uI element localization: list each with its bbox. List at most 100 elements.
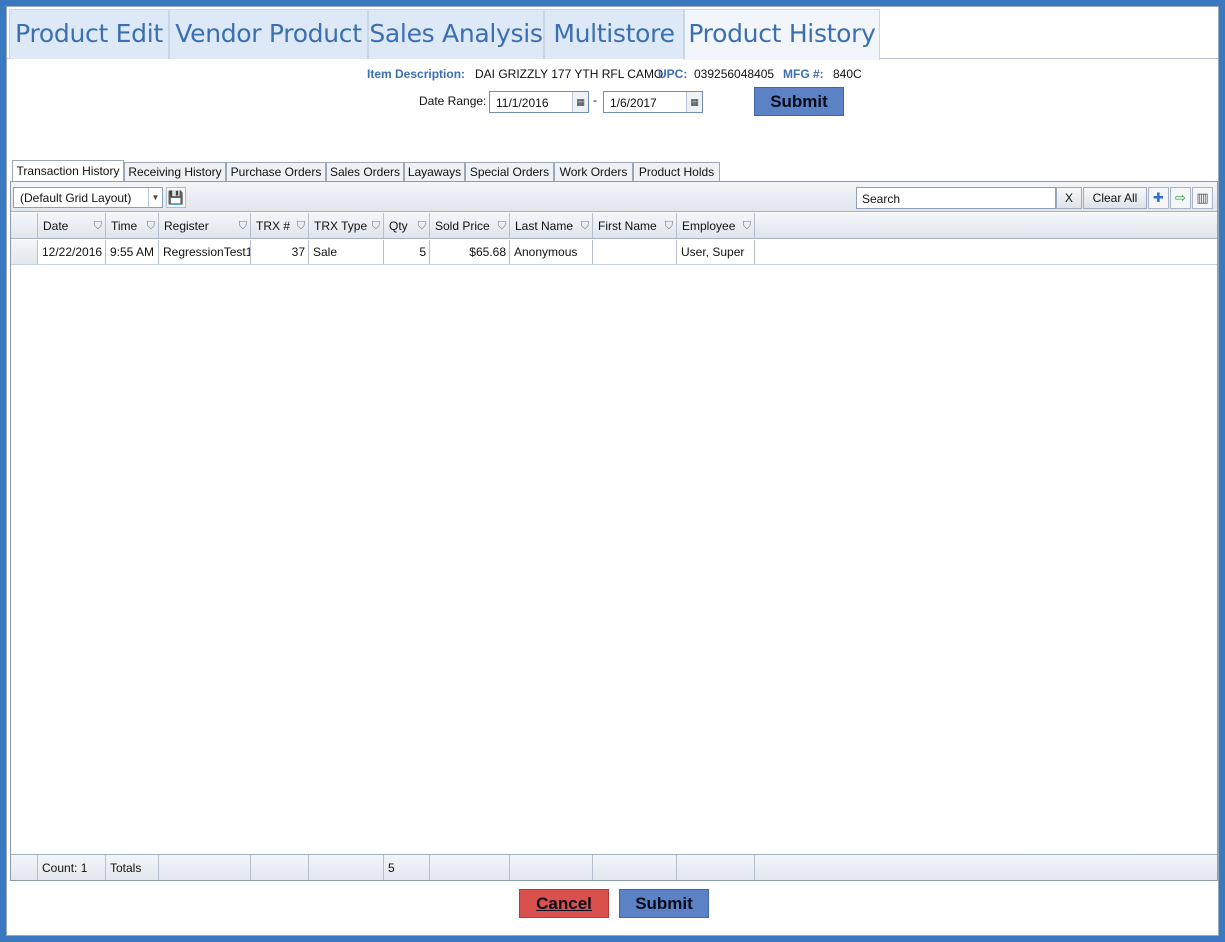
tab-special-orders[interactable]: Special Orders bbox=[465, 162, 554, 182]
filter-icon[interactable]: ⛉ bbox=[239, 213, 247, 238]
column-header-sold-price[interactable]: Sold Price ⛉ bbox=[430, 213, 510, 238]
search-input[interactable]: Search bbox=[856, 187, 1056, 209]
filter-icon[interactable]: ⛉ bbox=[418, 213, 426, 238]
tab-product-history[interactable]: Product History bbox=[684, 9, 880, 60]
column-header-label: Last Name bbox=[515, 219, 574, 233]
column-header-first-name[interactable]: First Name ⛉ bbox=[593, 213, 677, 238]
column-header-label: TRX # bbox=[256, 219, 291, 233]
column-header-date[interactable]: Date ⛉ bbox=[38, 213, 106, 238]
export-icon[interactable]: ⇨ bbox=[1170, 187, 1191, 209]
footer-cell bbox=[593, 855, 677, 880]
tab-product-holds[interactable]: Product Holds bbox=[633, 162, 720, 182]
pin-icon[interactable]: ✚ bbox=[1148, 187, 1169, 209]
search-placeholder: Search bbox=[862, 192, 901, 206]
footer-cell bbox=[309, 855, 384, 880]
grid-toolbar: (Default Grid Layout) ▼ 💾 Search X Clear… bbox=[11, 182, 1217, 212]
upc-value: 039256048405 bbox=[694, 67, 775, 81]
column-header-qty[interactable]: Qty ⛉ bbox=[384, 213, 430, 238]
column-header-label: Qty bbox=[389, 219, 408, 233]
cell-trx-number: 37 bbox=[251, 240, 309, 264]
filter-icon[interactable]: ⛉ bbox=[581, 213, 589, 238]
tab-purchase-orders[interactable]: Purchase Orders bbox=[226, 162, 326, 182]
save-icon[interactable]: 💾 bbox=[166, 187, 186, 208]
cell-last-name: Anonymous bbox=[510, 240, 593, 264]
cell-sold-price: $65.68 bbox=[430, 240, 510, 264]
column-header-label: TRX Type bbox=[314, 219, 368, 233]
item-info-row: Item Description: DAI GRIZZLY 177 YTH RF… bbox=[7, 67, 1218, 83]
tab-transaction-history[interactable]: Transaction History bbox=[12, 160, 124, 182]
filter-icon[interactable]: ⛉ bbox=[147, 213, 155, 238]
cell-trx-type: Sale bbox=[309, 240, 384, 264]
tab-vendor-product[interactable]: Vendor Product bbox=[169, 9, 368, 59]
tab-product-edit[interactable]: Product Edit bbox=[9, 9, 169, 59]
column-chooser-icon[interactable]: ▥ bbox=[1192, 187, 1213, 209]
filter-icon[interactable]: ⛉ bbox=[498, 213, 506, 238]
footer-cell bbox=[430, 855, 510, 880]
column-header-last-name[interactable]: Last Name ⛉ bbox=[510, 213, 593, 238]
footer-cell bbox=[159, 855, 251, 880]
item-description-label: Item Description: bbox=[367, 67, 466, 81]
table-header-row: Date ⛉ Time ⛉ Register ⛉ TRX # ⛉ TRX Type ⛉ Q… bbox=[11, 213, 1217, 239]
main-tab-bar: Product Edit Vendor Product Sales Analys… bbox=[7, 7, 1218, 60]
transaction-grid: (Default Grid Layout) ▼ 💾 Search X Clear… bbox=[10, 181, 1218, 881]
clear-search-button[interactable]: X bbox=[1056, 187, 1082, 209]
table-row[interactable]: 12/22/2016 9:55 AM RegressionTest1 37 Sa… bbox=[11, 240, 1217, 265]
column-header-employee[interactable]: Employee ⛉ bbox=[677, 213, 755, 238]
row-selector[interactable] bbox=[11, 240, 38, 264]
mfg-label: MFG #: bbox=[783, 67, 824, 81]
item-description-value: DAI GRIZZLY 177 YTH RFL CAMO bbox=[475, 67, 664, 81]
submit-button[interactable]: Submit bbox=[619, 889, 709, 918]
column-header-trx-type[interactable]: TRX Type ⛉ bbox=[309, 213, 384, 238]
cell-time: 9:55 AM bbox=[106, 240, 159, 264]
start-date-value: 11/1/2016 bbox=[496, 96, 549, 110]
column-header-register[interactable]: Register ⛉ bbox=[159, 213, 251, 238]
cell-register: RegressionTest1 bbox=[159, 240, 251, 264]
start-date-field[interactable]: 11/1/2016 ▦ bbox=[489, 91, 589, 113]
column-header-trx-number[interactable]: TRX # ⛉ bbox=[251, 213, 309, 238]
cell-employee: User, Super bbox=[677, 240, 755, 264]
table-footer-row: Count: 1 Totals 5 bbox=[11, 854, 1217, 880]
column-header-label: Sold Price bbox=[435, 219, 490, 233]
cancel-button-label: Cancel bbox=[536, 894, 592, 913]
filter-icon[interactable]: ⛉ bbox=[743, 213, 751, 238]
end-date-field[interactable]: 1/6/2017 ▦ bbox=[603, 91, 703, 113]
history-tab-bar: Transaction History Receiving History Pu… bbox=[12, 160, 1217, 182]
end-date-value: 1/6/2017 bbox=[610, 96, 657, 110]
footer-count: Count: 1 bbox=[38, 855, 106, 880]
column-header-time[interactable]: Time ⛉ bbox=[106, 213, 159, 238]
submit-button-label: Submit bbox=[635, 894, 693, 913]
footer-totals-label: Totals bbox=[106, 855, 159, 880]
upc-label: UPC: bbox=[658, 67, 688, 81]
footer-qty-total: 5 bbox=[384, 855, 430, 880]
chevron-down-icon[interactable]: ▼ bbox=[148, 188, 162, 207]
calendar-icon[interactable]: ▦ bbox=[572, 92, 588, 112]
tab-sales-orders[interactable]: Sales Orders bbox=[326, 162, 404, 182]
grid-layout-value: (Default Grid Layout) bbox=[20, 191, 132, 205]
tab-multistore[interactable]: Multistore bbox=[544, 9, 684, 59]
filter-icon[interactable]: ⛉ bbox=[94, 213, 102, 238]
date-submit-button[interactable]: Submit bbox=[754, 87, 844, 116]
cell-first-name bbox=[593, 240, 677, 264]
tab-work-orders[interactable]: Work Orders bbox=[554, 162, 633, 182]
cell-date: 12/22/2016 bbox=[38, 240, 106, 264]
mfg-value: 840C bbox=[833, 67, 862, 81]
column-header-label: First Name bbox=[598, 219, 657, 233]
tab-receiving-history[interactable]: Receiving History bbox=[124, 162, 226, 182]
row-selector-header bbox=[11, 213, 38, 238]
column-header-label: Date bbox=[43, 219, 69, 233]
clear-all-button[interactable]: Clear All bbox=[1083, 187, 1147, 209]
grid-layout-select[interactable]: (Default Grid Layout) ▼ bbox=[13, 187, 163, 208]
calendar-icon[interactable]: ▦ bbox=[686, 92, 702, 112]
tab-layaways[interactable]: Layaways bbox=[404, 162, 465, 182]
footer-selector bbox=[11, 855, 38, 880]
column-header-label: Employee bbox=[682, 219, 736, 233]
date-range-label: Date Range: bbox=[419, 94, 487, 108]
footer-cell bbox=[251, 855, 309, 880]
filter-icon[interactable]: ⛉ bbox=[297, 213, 305, 238]
filter-icon[interactable]: ⛉ bbox=[372, 213, 380, 238]
column-header-label: Time bbox=[111, 219, 138, 233]
tab-sales-analysis[interactable]: Sales Analysis bbox=[368, 9, 544, 59]
cancel-button[interactable]: Cancel bbox=[519, 889, 609, 918]
filter-icon[interactable]: ⛉ bbox=[665, 213, 673, 238]
column-header-label: Register bbox=[164, 219, 209, 233]
